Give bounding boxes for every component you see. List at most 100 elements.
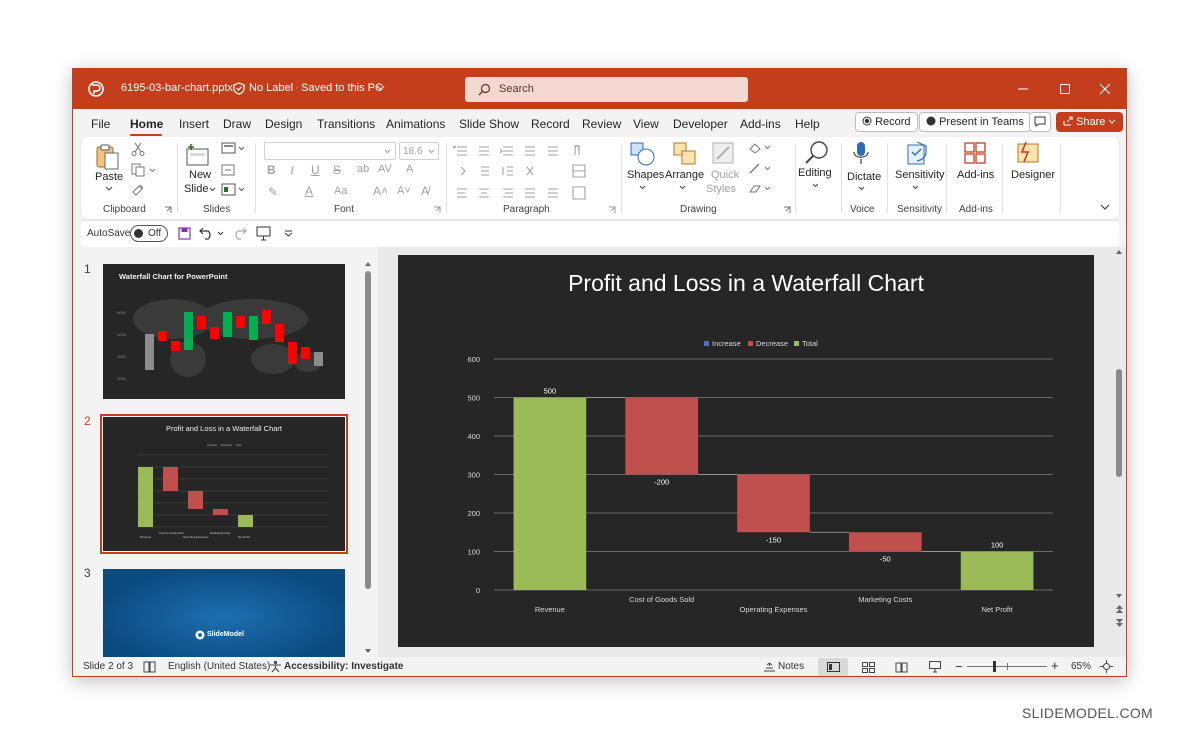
- tab-transitions[interactable]: Transitions: [317, 117, 375, 131]
- tab-help[interactable]: Help: [795, 117, 820, 131]
- clear-formatting-icon[interactable]: A̸: [421, 184, 429, 198]
- accessibility-status[interactable]: Accessibility: Investigate: [284, 661, 404, 672]
- present-in-teams-button[interactable]: Present in Teams: [919, 112, 1031, 132]
- designer-label[interactable]: Designer: [1011, 169, 1055, 181]
- tab-home[interactable]: Home: [130, 117, 163, 131]
- scroll-thumb[interactable]: [1116, 369, 1122, 477]
- chevron-down-icon[interactable]: [679, 185, 686, 190]
- slide-show-icon[interactable]: [929, 661, 941, 673]
- new-slide-label-line1[interactable]: New: [189, 169, 211, 181]
- tab-file[interactable]: File: [91, 117, 110, 131]
- shapes-icon[interactable]: [629, 141, 657, 167]
- arrange-icon[interactable]: [672, 141, 698, 167]
- zoom-in-button[interactable]: +: [1051, 658, 1059, 673]
- microphone-icon[interactable]: [851, 140, 871, 168]
- font-color-icon[interactable]: A: [305, 184, 313, 198]
- tab-design[interactable]: Design: [265, 117, 302, 131]
- notes-button[interactable]: Notes: [778, 661, 804, 672]
- editing-label[interactable]: Editing: [798, 167, 832, 179]
- paragraph-icons[interactable]: [453, 141, 615, 203]
- tab-record[interactable]: Record: [531, 117, 570, 131]
- search-box[interactable]: Search: [465, 77, 748, 102]
- collapse-ribbon-icon[interactable]: [1100, 204, 1110, 211]
- chevron-down-icon[interactable]: [209, 187, 216, 192]
- reading-view-icon[interactable]: [895, 662, 908, 673]
- thumbnail-slide-2[interactable]: Profit and Loss in a Waterfall Chart Inc…: [100, 414, 348, 554]
- underline-icon[interactable]: U: [311, 163, 320, 177]
- chevron-down-icon[interactable]: [217, 231, 224, 236]
- italic-icon[interactable]: I: [290, 163, 294, 178]
- format-painter-icon[interactable]: [131, 183, 145, 197]
- paste-label[interactable]: Paste: [95, 171, 123, 183]
- tab-insert[interactable]: Insert: [179, 117, 209, 131]
- shape-effects-icon[interactable]: [747, 182, 773, 196]
- zoom-level[interactable]: 65%: [1071, 661, 1091, 672]
- section-icon[interactable]: [221, 183, 245, 197]
- previous-slide-icon[interactable]: [1115, 604, 1124, 614]
- change-case-icon[interactable]: A: [406, 163, 413, 175]
- new-slide-icon[interactable]: [185, 143, 211, 167]
- maximize-button[interactable]: [1050, 78, 1080, 100]
- tab-review[interactable]: Review: [582, 117, 621, 131]
- reset-icon[interactable]: [221, 163, 235, 177]
- paste-icon[interactable]: [95, 143, 121, 171]
- text-shadow-icon[interactable]: AV: [378, 163, 392, 175]
- thumbnails-scrollbar[interactable]: [364, 261, 372, 656]
- file-name[interactable]: 6195-03-bar-chart.pptx: [121, 82, 233, 94]
- chevron-down-icon[interactable]: [376, 85, 385, 91]
- shape-fill-icon[interactable]: [747, 141, 773, 155]
- comments-button[interactable]: [1029, 112, 1051, 132]
- shape-outline-icon[interactable]: [747, 162, 773, 176]
- sensitivity-icon[interactable]: [905, 140, 929, 166]
- character-spacing-icon[interactable]: ab: [357, 163, 369, 175]
- undo-icon[interactable]: [199, 226, 215, 240]
- tab-view[interactable]: View: [633, 117, 659, 131]
- zoom-slider-thumb[interactable]: [993, 661, 996, 672]
- fit-slide-icon[interactable]: [1100, 660, 1113, 673]
- normal-view-button[interactable]: [818, 658, 848, 676]
- scroll-thumb[interactable]: [365, 271, 371, 589]
- cut-icon[interactable]: [131, 142, 145, 156]
- highlight-icon[interactable]: ✎: [268, 185, 278, 199]
- save-icon[interactable]: [178, 227, 191, 240]
- copy-icon[interactable]: [131, 163, 145, 177]
- chevron-down-icon[interactable]: [912, 185, 919, 190]
- close-button[interactable]: [1090, 78, 1120, 100]
- share-button[interactable]: Share: [1056, 112, 1124, 132]
- sensitivity-label[interactable]: Sensitivity: [895, 169, 945, 181]
- accessibility-icon[interactable]: [269, 660, 282, 673]
- increase-font-icon[interactable]: A˄: [373, 184, 388, 198]
- chevron-down-icon[interactable]: [812, 183, 819, 188]
- notes-icon[interactable]: [763, 662, 776, 672]
- new-slide-label-line2[interactable]: Slide: [184, 183, 208, 195]
- editing-magnifier-icon[interactable]: [803, 139, 831, 167]
- zoom-slider[interactable]: [967, 661, 1047, 672]
- add-ins-icon[interactable]: [963, 141, 987, 165]
- dialog-launcher-icon[interactable]: [783, 206, 791, 214]
- language[interactable]: English (United States): [168, 661, 270, 672]
- scroll-down-icon[interactable]: [364, 648, 372, 654]
- tab-slide-show[interactable]: Slide Show: [459, 117, 519, 131]
- font-family-select[interactable]: [264, 142, 396, 160]
- scroll-down-icon[interactable]: [1115, 593, 1123, 599]
- waterfall-chart[interactable]: Profit and Loss in a Waterfall Chart Incr…: [398, 255, 1094, 647]
- thumbnail-slide-3[interactable]: SlideModel: [103, 569, 345, 657]
- bold-icon[interactable]: B: [267, 163, 276, 177]
- thumbnail-slide-1[interactable]: Waterfall Chart for PowerPoint 6000 4000 2…: [103, 264, 345, 399]
- tab-add-ins[interactable]: Add-ins: [740, 117, 781, 131]
- tab-draw[interactable]: Draw: [223, 117, 251, 131]
- decrease-font-icon[interactable]: A˅: [397, 185, 411, 197]
- chevron-down-icon[interactable]: [105, 186, 113, 192]
- spell-check-icon[interactable]: [143, 661, 156, 673]
- shapes-label[interactable]: Shapes: [627, 169, 664, 181]
- quick-styles-icon[interactable]: [711, 141, 737, 167]
- quick-styles-label-line1[interactable]: Quick: [711, 169, 739, 181]
- redo-icon[interactable]: [231, 226, 247, 240]
- chevron-down-icon[interactable]: [639, 185, 646, 190]
- chevron-down-icon[interactable]: [858, 186, 865, 191]
- dialog-launcher-icon[interactable]: [433, 206, 441, 214]
- font-size-select[interactable]: 18.6: [399, 142, 439, 160]
- autosave-toggle[interactable]: Off: [130, 225, 168, 242]
- current-slide[interactable]: Profit and Loss in a Waterfall Chart Incr…: [398, 255, 1094, 647]
- tab-animations[interactable]: Animations: [386, 117, 445, 131]
